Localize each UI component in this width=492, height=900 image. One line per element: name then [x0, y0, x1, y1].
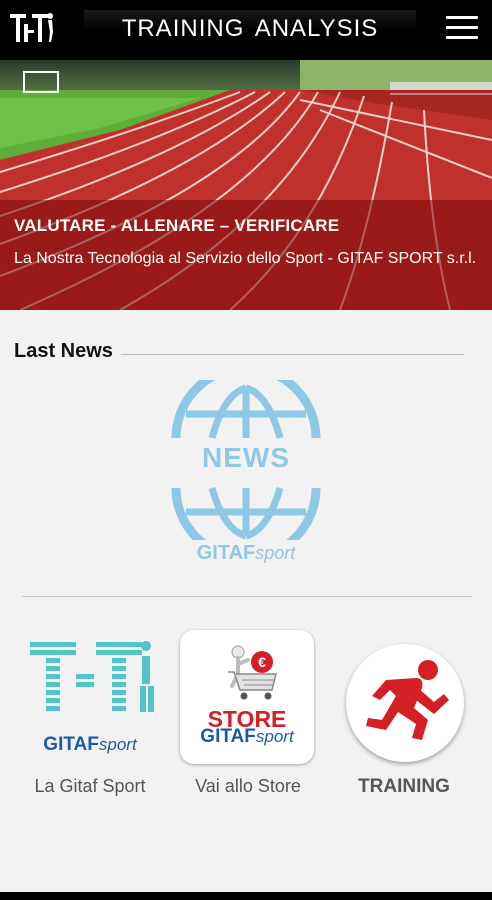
- runner-icon: [366, 660, 449, 740]
- app-title-bar: TRAINING ANALYSIS: [84, 10, 416, 48]
- news-brand: GITAFsport: [168, 542, 324, 565]
- brand-script: sport: [98, 735, 137, 754]
- last-news-header: Last News: [14, 340, 464, 363]
- news-button[interactable]: NEWS GITAFsport: [168, 380, 324, 570]
- section-divider: [120, 354, 464, 355]
- news-word: NEWS: [202, 442, 290, 473]
- tile-label: La Gitaf Sport: [34, 776, 146, 796]
- tt-logo-icon[interactable]: [8, 10, 56, 46]
- hero-caption: VALUTARE - ALLENARE – VERIFICARE La Nost…: [0, 200, 492, 310]
- gitaf-logo-icon: [30, 641, 154, 712]
- section-title: Last News: [14, 340, 113, 362]
- bottom-bar: [0, 892, 492, 900]
- store-cart-icon: €: [228, 645, 277, 700]
- svg-text:€: €: [258, 654, 266, 670]
- hamburger-menu-icon[interactable]: [446, 16, 478, 42]
- tile-label: TRAINING: [358, 776, 450, 797]
- brand-main: GITAF: [200, 726, 256, 747]
- brand-main: GITAF: [196, 542, 256, 564]
- content-divider: [22, 596, 472, 597]
- hero-headline: VALUTARE - ALLENARE – VERIFICARE: [14, 216, 340, 235]
- hero-banner[interactable]: VALUTARE - ALLENARE – VERIFICARE La Nost…: [0, 60, 492, 310]
- brand-script: sport: [255, 727, 294, 746]
- store-brand: GITAFsport: [180, 726, 314, 748]
- brand-script: sport: [255, 543, 296, 563]
- tile-label: Vai allo Store: [195, 776, 301, 796]
- brand-main: GITAF: [43, 734, 99, 755]
- app-title: TRAINING ANALYSIS: [121, 15, 379, 42]
- gitaf-brand: GITAFsport: [20, 734, 160, 756]
- top-app-bar: TRAINING ANALYSIS: [0, 0, 492, 60]
- training-circle: [346, 644, 464, 762]
- store-card: € STORE GITAFsport: [180, 630, 314, 764]
- hero-subtitle: La Nostra Tecnologia al Servizio dello S…: [14, 250, 477, 267]
